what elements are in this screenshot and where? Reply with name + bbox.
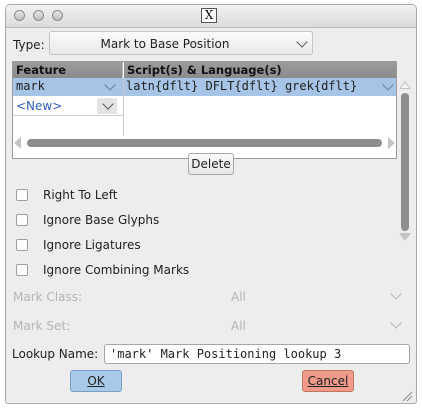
- chevron-down-icon[interactable]: [382, 79, 394, 91]
- scripts-column-header: Script(s) & Language(s): [124, 62, 396, 78]
- minimize-window-icon[interactable]: [33, 10, 44, 21]
- type-label: Type:: [13, 38, 45, 52]
- feature-table: Feature Script(s) & Language(s) mark lat…: [12, 61, 397, 159]
- horizontal-scrollbar[interactable]: [13, 136, 396, 150]
- checkbox-box[interactable]: [16, 214, 28, 226]
- new-feature-entry[interactable]: <New>: [16, 99, 62, 113]
- new-entry-dropdown[interactable]: [97, 98, 117, 114]
- feature-column-header: Feature: [13, 62, 123, 78]
- cancel-button[interactable]: Cancel: [302, 370, 354, 392]
- checkbox-box[interactable]: [16, 239, 28, 251]
- checkbox-label: Ignore Combining Marks: [43, 263, 190, 277]
- lookup-name-input[interactable]: 'mark' Mark Positioning lookup 3: [104, 344, 410, 364]
- checkbox-label: Ignore Ligatures: [43, 238, 141, 252]
- mark-class-value: All: [231, 290, 246, 304]
- maximize-window-icon[interactable]: [52, 10, 63, 21]
- title-bar: X: [6, 5, 416, 28]
- feature-cell[interactable]: mark: [16, 79, 45, 93]
- dialog-window: X Type: Mark to Base Position Feature Sc…: [5, 4, 417, 404]
- scroll-left-icon[interactable]: [14, 137, 21, 149]
- mark-set-select: All: [228, 317, 408, 335]
- resize-grip-icon[interactable]: [401, 390, 413, 402]
- column-divider: [123, 78, 124, 136]
- table-row-new[interactable]: <New>: [13, 97, 123, 116]
- close-window-icon[interactable]: [14, 10, 25, 21]
- ok-button[interactable]: OK: [70, 370, 122, 392]
- scroll-right-icon[interactable]: [388, 137, 395, 149]
- checkbox-box[interactable]: [16, 189, 28, 201]
- horizontal-scroll-thumb[interactable]: [27, 139, 382, 147]
- checkbox-box[interactable]: [16, 264, 28, 276]
- checkbox-label: Ignore Base Glyphs: [43, 213, 160, 227]
- scroll-down-icon[interactable]: [399, 233, 411, 241]
- chevron-down-icon: [390, 288, 402, 300]
- lookup-name-label: Lookup Name:: [12, 347, 99, 361]
- mark-class-label: Mark Class:: [13, 290, 83, 304]
- type-select[interactable]: Mark to Base Position: [49, 31, 313, 55]
- delete-button[interactable]: Delete: [188, 153, 234, 175]
- chevron-down-icon: [296, 36, 308, 48]
- mark-set-value: All: [231, 319, 246, 333]
- chevron-down-icon: [390, 317, 402, 329]
- scripts-cell[interactable]: latn{dflt} DFLT{dflt} grek{dflt}: [126, 79, 357, 93]
- chevron-down-icon: [102, 98, 114, 110]
- scroll-up-icon[interactable]: [399, 81, 411, 89]
- chevron-down-icon[interactable]: [104, 79, 116, 91]
- checkbox-label: Right To Left: [43, 188, 118, 202]
- vertical-scroll-thumb[interactable]: [401, 93, 409, 231]
- vertical-scrollbar[interactable]: [398, 79, 412, 243]
- table-row[interactable]: mark latn{dflt} DFLT{dflt} grek{dflt}: [13, 78, 396, 96]
- mark-class-select: All: [228, 288, 408, 306]
- mark-set-label: Mark Set:: [13, 319, 71, 333]
- type-select-value: Mark to Base Position: [100, 37, 230, 51]
- x-window-icon: X: [201, 8, 217, 23]
